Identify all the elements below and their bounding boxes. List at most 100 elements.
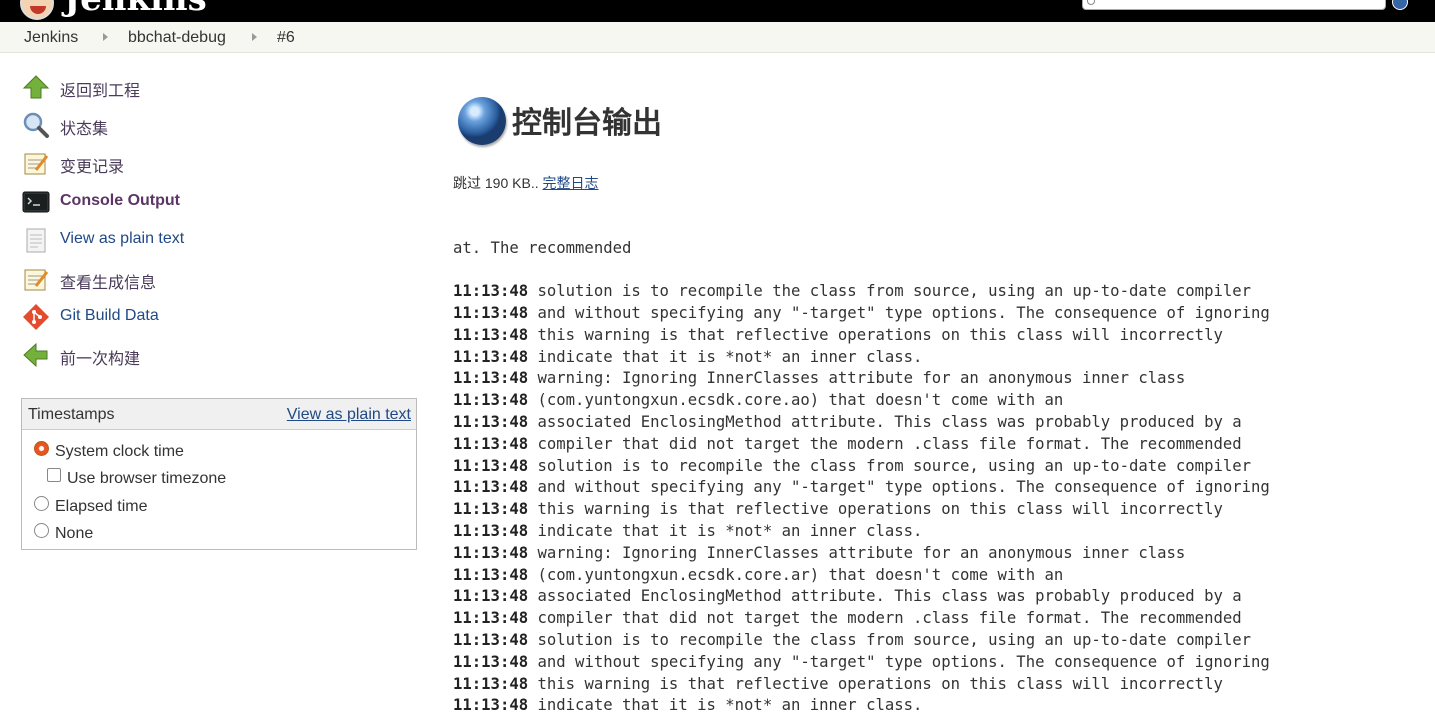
- console-text: indicate that it is *not* an inner class…: [537, 521, 923, 540]
- console-timestamp: 11:13:48: [453, 543, 529, 562]
- console-line: 11:13:48 compiler that did not target th…: [453, 608, 1270, 630]
- option-label-none[interactable]: None: [55, 525, 93, 543]
- jenkins-logo-text[interactable]: Jenkins: [64, 0, 207, 16]
- sidebar-item-label: View as plain text: [60, 230, 185, 247]
- console-line: 11:13:48 warning: Ignoring InnerClasses …: [453, 368, 1270, 390]
- console-timestamp: 11:13:48: [453, 696, 529, 715]
- console-text: solution is to recompile the class from …: [537, 456, 1252, 475]
- breadcrumb: Jenkins bbchat-debug #6: [0, 22, 1435, 53]
- option-label-elapsed-time[interactable]: Elapsed time: [55, 498, 148, 516]
- console-text: associated EnclosingMethod attribute. Th…: [537, 412, 1242, 431]
- magnifier-icon: [23, 112, 49, 138]
- console-text: this warning is that reflective operatio…: [537, 325, 1223, 344]
- notepad-icon: [24, 269, 49, 291]
- console-text: indicate that it is *not* an inner class…: [537, 347, 923, 366]
- sidebar-item-back-to-project[interactable]: 返回到工程: [22, 72, 382, 102]
- document-icon: [26, 228, 46, 253]
- console-timestamp: 11:13:48: [453, 652, 529, 671]
- console-line: 11:13:48 solution is to recompile the cl…: [453, 630, 1270, 652]
- console-timestamp: 11:13:48: [453, 325, 529, 344]
- full-log-link[interactable]: 完整日志: [542, 175, 598, 191]
- help-icon[interactable]: [1392, 0, 1408, 10]
- sidebar-item-label: Git Build Data: [60, 307, 159, 324]
- jenkins-butler-logo-icon[interactable]: [20, 0, 54, 20]
- radio-system-clock[interactable]: [34, 441, 49, 456]
- console-timestamp: 11:13:48: [453, 565, 529, 584]
- console-text: compiler that did not target the modern …: [537, 434, 1242, 453]
- console-output: at. The recommended 11:13:48 solution is…: [453, 194, 1270, 717]
- console-timestamp: 11:13:48: [453, 412, 529, 431]
- option-label-system-clock[interactable]: System clock time: [55, 443, 184, 461]
- console-line: 11:13:48 solution is to recompile the cl…: [453, 456, 1270, 478]
- console-text: solution is to recompile the class from …: [537, 282, 1252, 301]
- console-timestamp: 11:13:48: [453, 674, 529, 693]
- console-line: 11:13:48 warning: Ignoring InnerClasses …: [453, 543, 1270, 565]
- option-label-browser-timezone[interactable]: Use browser timezone: [67, 470, 226, 488]
- sidebar-item-previous-build[interactable]: 前一次构建: [22, 340, 382, 370]
- console-line: 11:13:48 and without specifying any "-ta…: [453, 303, 1270, 325]
- console-line: 11:13:48 indicate that it is *not* an in…: [453, 521, 1270, 543]
- console-line: 11:13:48 (com.yuntongxun.ecsdk.core.ar) …: [453, 565, 1270, 587]
- console-text: indicate that it is *not* an inner class…: [537, 696, 923, 715]
- sidebar-item-console-output[interactable]: Console Output: [22, 187, 382, 217]
- sidebar-item-git-build-data[interactable]: Git Build Data: [22, 302, 382, 332]
- sidebar-item-label: 变更记录: [60, 159, 125, 176]
- console-text: and without specifying any "-target" typ…: [537, 478, 1270, 497]
- sidebar-item-plain-text[interactable]: View as plain text: [22, 225, 382, 255]
- console-text: compiler that did not target the modern …: [537, 609, 1242, 628]
- sidebar-item-label: 状态集: [60, 121, 109, 138]
- sidebar-item-label: 前一次构建: [60, 351, 141, 368]
- console-line: 11:13:48 this warning is that reflective…: [453, 674, 1270, 696]
- sidebar-item-build-info[interactable]: 查看生成信息: [22, 264, 382, 294]
- console-timestamp: 11:13:48: [453, 500, 529, 519]
- console-timestamp: 11:13:48: [453, 456, 529, 475]
- notepad-icon: [24, 153, 49, 175]
- console-text: solution is to recompile the class from …: [537, 630, 1252, 649]
- console-timestamp: 11:13:48: [453, 282, 529, 301]
- breadcrumb-separator-icon[interactable]: [252, 33, 257, 41]
- breadcrumb-separator-icon[interactable]: [103, 33, 108, 41]
- console-timestamp: 11:13:48: [453, 369, 529, 388]
- console-text: (com.yuntongxun.ecsdk.core.ao) that does…: [537, 391, 1064, 410]
- console-timestamp: 11:13:48: [453, 587, 529, 606]
- search-input[interactable]: [1082, 0, 1386, 10]
- sidebar-item-label: 返回到工程: [60, 83, 141, 100]
- radio-elapsed-time[interactable]: [34, 496, 49, 511]
- console-globe-icon: [458, 97, 506, 145]
- checkbox-browser-timezone[interactable]: [47, 468, 61, 482]
- console-timestamp: 11:13:48: [453, 630, 529, 649]
- console-line: 11:13:48 this warning is that reflective…: [453, 325, 1270, 347]
- sidebar-item-label: Console Output: [60, 192, 180, 209]
- console-text: warning: Ignoring InnerClasses attribute…: [537, 369, 1186, 388]
- console-text: associated EnclosingMethod attribute. Th…: [537, 587, 1242, 606]
- console-line: 11:13:48 indicate that it is *not* an in…: [453, 347, 1270, 369]
- console-timestamp: 11:13:48: [453, 347, 529, 366]
- timestamps-plain-text-link[interactable]: View as plain text: [287, 406, 411, 424]
- timestamps-title: Timestamps: [28, 406, 115, 423]
- console-text: warning: Ignoring InnerClasses attribute…: [537, 543, 1186, 562]
- up-arrow-icon: [22, 75, 50, 99]
- skip-notice: 跳过 190 KB.. 完整日志: [453, 173, 598, 193]
- console-line: 11:13:48 indicate that it is *not* an in…: [453, 695, 1270, 717]
- breadcrumb-build[interactable]: #6: [277, 29, 295, 47]
- sidebar-item-status[interactable]: 状态集: [22, 110, 382, 140]
- sidebar-item-changes[interactable]: 变更记录: [22, 148, 382, 178]
- console-line: 11:13:48 and without specifying any "-ta…: [453, 652, 1270, 674]
- console-line: 11:13:48 solution is to recompile the cl…: [453, 281, 1270, 303]
- breadcrumb-project[interactable]: bbchat-debug: [128, 29, 226, 47]
- timestamps-header: Timestamps View as plain text: [22, 399, 416, 430]
- console-text: (com.yuntongxun.ecsdk.core.ar) that does…: [537, 565, 1064, 584]
- console-text: and without specifying any "-target" typ…: [537, 303, 1270, 322]
- sidebar-item-label: 查看生成信息: [60, 275, 157, 292]
- breadcrumb-jenkins[interactable]: Jenkins: [24, 29, 78, 47]
- radio-none[interactable]: [34, 523, 49, 538]
- timestamps-panel: Timestamps View as plain text System clo…: [21, 398, 417, 550]
- search-icon: [1087, 0, 1095, 5]
- console-timestamp: 11:13:48: [453, 391, 529, 410]
- console-timestamp: 11:13:48: [453, 478, 529, 497]
- terminal-icon: [22, 191, 50, 213]
- console-line: at. The recommended: [453, 238, 632, 257]
- top-header: Jenkins: [0, 0, 1435, 22]
- console-text: and without specifying any "-target" typ…: [537, 652, 1270, 671]
- console-line: 11:13:48 compiler that did not target th…: [453, 434, 1270, 456]
